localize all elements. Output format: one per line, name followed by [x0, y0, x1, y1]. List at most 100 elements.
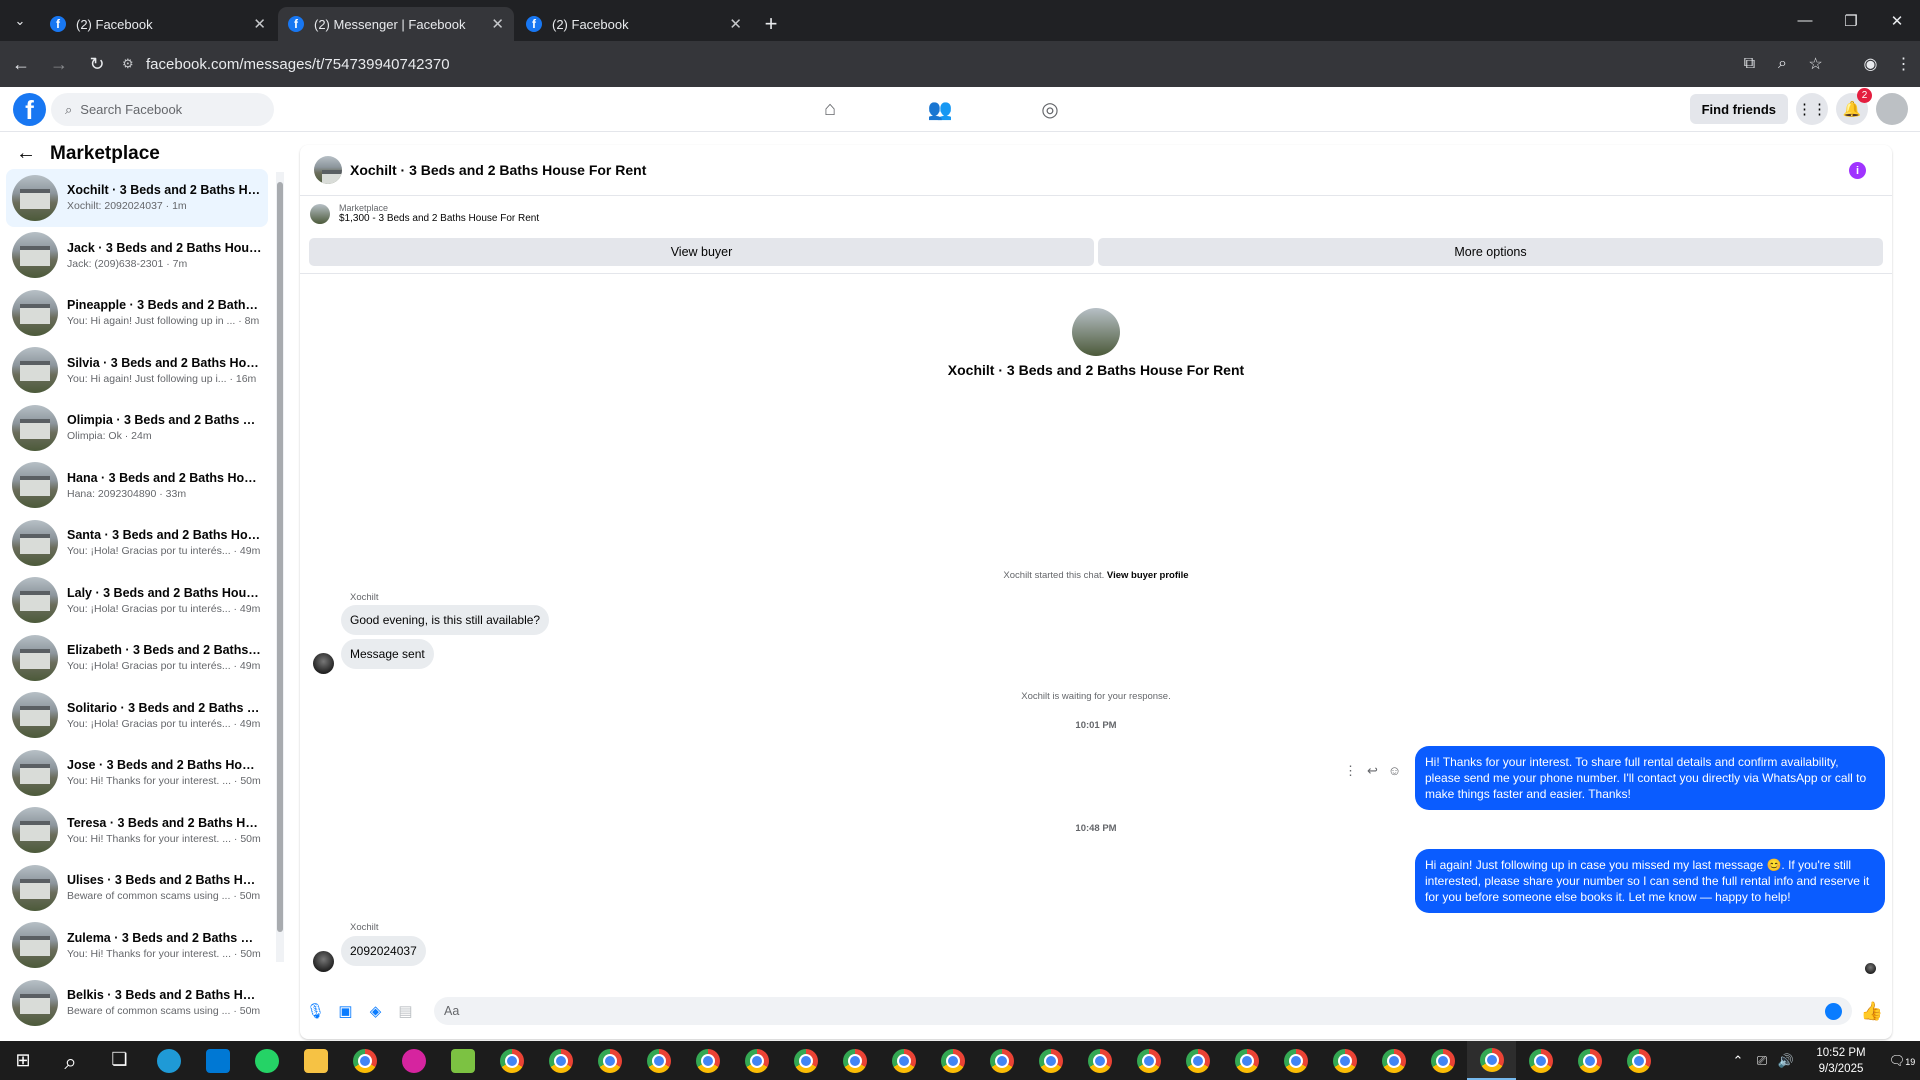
url-field[interactable]: ⚙ facebook.com/messages/t/75473994074237…	[122, 47, 1722, 81]
chrome-taskbar-icon[interactable]	[928, 1041, 977, 1080]
clock[interactable]: 10:52 PM 9/3/2025	[1798, 1045, 1884, 1077]
facebook-logo-icon[interactable]: f	[13, 93, 46, 126]
install-app-icon[interactable]: ⧉	[1733, 55, 1766, 73]
chrome-taskbar-icon[interactable]	[634, 1041, 683, 1080]
incoming-message[interactable]: Message sent	[341, 639, 434, 669]
conversation-item[interactable]: Belkis · 3 Beds and 2 Baths Hou... Beware…	[6, 974, 268, 1032]
chrome-taskbar-icon[interactable]	[1026, 1041, 1075, 1080]
search-taskbar-icon[interactable]: ⌕	[46, 1041, 95, 1080]
chrome-taskbar-icon[interactable]	[1614, 1041, 1663, 1080]
view-buyer-button[interactable]: View buyer	[309, 238, 1094, 266]
incoming-message[interactable]: 2092024037	[341, 936, 426, 966]
chrome-taskbar-icon[interactable]	[1271, 1041, 1320, 1080]
network-icon[interactable]: ⎚	[1750, 1053, 1774, 1069]
start-menu-icon[interactable]: ⊞	[0, 1041, 46, 1080]
more-icon[interactable]: ⋮	[1344, 763, 1357, 779]
conversation-item[interactable]: Olimpia · 3 Beds and 2 Baths H... Olimpia…	[6, 399, 268, 457]
account-avatar[interactable]	[1876, 93, 1908, 125]
reload-icon[interactable]: ↻	[80, 47, 114, 81]
chrome-taskbar-icon[interactable]	[732, 1041, 781, 1080]
scrollbar-thumb[interactable]	[277, 182, 283, 932]
back-icon[interactable]: ←	[4, 47, 38, 81]
instagram-taskbar-icon[interactable]	[389, 1041, 438, 1080]
notifications-bell-icon[interactable]: 🔔 2	[1836, 88, 1872, 125]
incoming-message[interactable]: Good evening, is this still available?	[341, 605, 550, 635]
conversation-item[interactable]: Teresa · 3 Beds and 2 Baths Hou... You: H…	[6, 802, 268, 860]
conversation-item[interactable]: Laly · 3 Beds and 2 Baths House... You: ¡…	[6, 572, 268, 630]
chrome-taskbar-icon[interactable]	[585, 1041, 634, 1080]
conversation-item[interactable]: Silvia · 3 Beds and 2 Baths Hous... You: …	[6, 342, 268, 400]
restore-icon[interactable]: ❐	[1828, 0, 1874, 41]
listing-summary[interactable]: Marketplace $1,300 - 3 Beds and 2 Baths …	[310, 203, 539, 224]
tab-search-icon[interactable]: ⌄	[0, 0, 40, 41]
chat-avatar[interactable]	[314, 156, 342, 184]
chrome-taskbar-icon[interactable]	[1124, 1041, 1173, 1080]
thumbs-up-icon[interactable]: 👍	[1852, 1001, 1892, 1022]
notepad-taskbar-icon[interactable]	[438, 1041, 487, 1080]
react-icon[interactable]: ☺	[1388, 763, 1401, 779]
more-options-button[interactable]: More options	[1098, 238, 1883, 266]
profile-icon[interactable]: ◉	[1854, 54, 1887, 74]
chrome-taskbar-icon[interactable]	[830, 1041, 879, 1080]
reply-icon[interactable]: ↩	[1367, 763, 1378, 779]
sidebar-scrollbar[interactable]	[276, 172, 284, 962]
store-taskbar-icon[interactable]	[193, 1041, 242, 1080]
microphone-icon[interactable]: 🎙	[301, 1002, 330, 1020]
chrome-taskbar-icon[interactable]	[1467, 1041, 1516, 1080]
friends-icon[interactable]: 👥	[920, 97, 960, 122]
task-view-taskbar-icon[interactable]: ❏	[95, 1041, 144, 1080]
new-tab-button[interactable]: +	[754, 7, 788, 41]
chrome-taskbar-icon[interactable]	[1320, 1041, 1369, 1080]
chrome-taskbar-icon[interactable]	[536, 1041, 585, 1080]
bookmark-star-icon[interactable]: ☆	[1799, 54, 1832, 74]
close-tab-icon[interactable]: ✕	[491, 15, 504, 33]
chat-title[interactable]: Xochilt · 3 Beds and 2 Baths House For R…	[350, 162, 646, 178]
gif-icon[interactable]: ▤	[391, 1002, 420, 1020]
site-info-icon[interactable]: ⚙	[122, 56, 146, 72]
groups-icon[interactable]: ◎	[1030, 97, 1070, 122]
chrome-taskbar-icon[interactable]	[781, 1041, 830, 1080]
chrome-taskbar-icon[interactable]	[487, 1041, 536, 1080]
conversation-item[interactable]: Santa · 3 Beds and 2 Baths Hou... You: ¡H…	[6, 514, 268, 572]
menu-grid-icon[interactable]: ⋮⋮	[1796, 93, 1828, 125]
edge-taskbar-icon[interactable]	[144, 1041, 193, 1080]
chrome-taskbar-icon[interactable]	[1418, 1041, 1467, 1080]
chrome-taskbar-icon[interactable]	[1075, 1041, 1124, 1080]
notification-center-icon[interactable]: 🗨19	[1884, 1053, 1920, 1069]
browser-tab-1[interactable]: f (2) Facebook ✕	[40, 7, 276, 41]
conversation-item[interactable]: Elizabeth · 3 Beds and 2 Baths ... You: ¡…	[6, 629, 268, 687]
sender-avatar[interactable]	[313, 951, 334, 972]
close-window-icon[interactable]: ✕	[1874, 0, 1920, 41]
attach-photo-icon[interactable]: ▣	[331, 1002, 360, 1020]
find-friends-button[interactable]: Find friends	[1689, 94, 1788, 124]
forward-icon[interactable]: →	[42, 47, 76, 81]
home-icon[interactable]: ⌂	[810, 98, 850, 121]
view-buyer-profile-link[interactable]: View buyer profile	[1107, 570, 1189, 581]
chrome-taskbar-icon[interactable]	[340, 1041, 389, 1080]
outgoing-message[interactable]: Hi! Thanks for your interest. To share f…	[1415, 746, 1885, 810]
conversation-item[interactable]: Zulema · 3 Beds and 2 Baths Ho... You: Hi…	[6, 917, 268, 975]
conversation-item[interactable]: Jose · 3 Beds and 2 Baths Hous... You: Hi…	[6, 744, 268, 802]
browser-tab-2[interactable]: f (2) Messenger | Facebook ✕	[278, 7, 514, 41]
conversation-item[interactable]: Ulises · 3 Beds and 2 Baths Hou... Beware…	[6, 859, 268, 917]
chrome-taskbar-icon[interactable]	[1369, 1041, 1418, 1080]
browser-tab-3[interactable]: f (2) Facebook ✕	[516, 7, 752, 41]
sticker-icon[interactable]: ◈	[361, 1002, 390, 1020]
whatsapp-taskbar-icon[interactable]	[242, 1041, 291, 1080]
close-tab-icon[interactable]: ✕	[253, 15, 266, 33]
conversation-item[interactable]: Solitario · 3 Beds and 2 Baths H... You: …	[6, 687, 268, 745]
facebook-search-input[interactable]: ⌕ Search Facebook	[51, 93, 274, 126]
message-input[interactable]: Aa	[434, 997, 1852, 1025]
volume-icon[interactable]: 🔊	[1774, 1053, 1798, 1069]
chrome-taskbar-icon[interactable]	[977, 1041, 1026, 1080]
chrome-taskbar-icon[interactable]	[1565, 1041, 1614, 1080]
sender-avatar[interactable]	[313, 653, 334, 674]
conversation-item[interactable]: Pineapple · 3 Beds and 2 Baths ... You: H…	[6, 284, 268, 342]
outgoing-message[interactable]: Hi again! Just following up in case you …	[1415, 849, 1885, 913]
chrome-taskbar-icon[interactable]	[1173, 1041, 1222, 1080]
info-icon[interactable]: i	[1849, 162, 1866, 179]
conversation-item[interactable]: Xochilt · 3 Beds and 2 Baths Ho... Xochil…	[6, 169, 268, 227]
tray-chevron-icon[interactable]: ⌃	[1726, 1053, 1750, 1069]
conversation-item[interactable]: Hana · 3 Beds and 2 Baths Hous... Hana: 2…	[6, 457, 268, 515]
chrome-taskbar-icon[interactable]	[1516, 1041, 1565, 1080]
